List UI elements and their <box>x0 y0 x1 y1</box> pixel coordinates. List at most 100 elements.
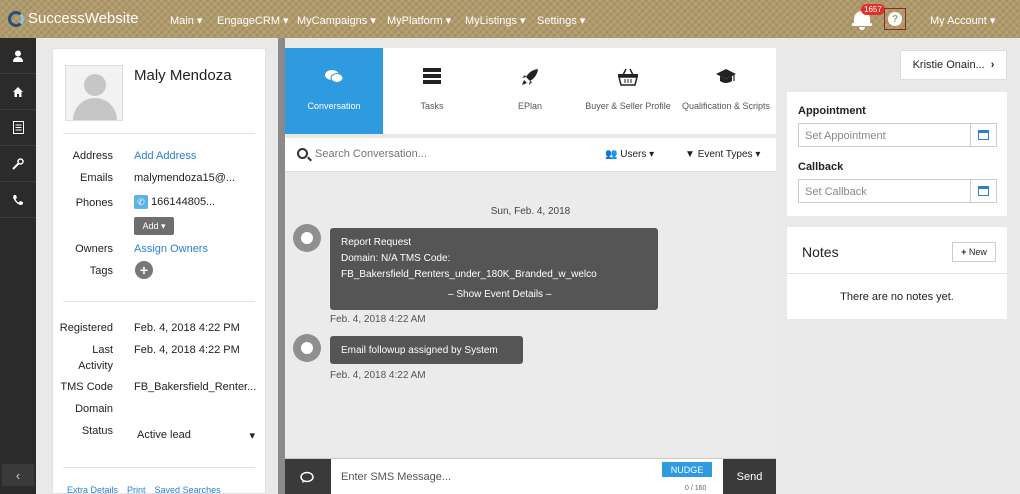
my-account-menu[interactable]: My Account ▾ <box>930 14 995 27</box>
conversation-timeline: Sun, Feb. 4, 2018 Report Request Domain:… <box>285 174 776 456</box>
chat-icon <box>285 459 331 494</box>
caret-down-icon: ▾ <box>249 430 255 442</box>
document-icon[interactable] <box>0 110 36 146</box>
calendar-icon[interactable] <box>970 180 996 202</box>
event-timestamp: Feb. 4, 2018 4:22 AM <box>330 314 426 325</box>
notes-panel: Notes + New There are no notes yet. <box>787 227 1007 319</box>
add-address-link[interactable]: Add Address <box>134 150 196 162</box>
search-conversation-input[interactable] <box>315 148 535 160</box>
email-value[interactable]: malymendoza15@... <box>134 172 235 184</box>
extra-details-link[interactable]: Extra Details <box>67 485 118 494</box>
tab-buyer-seller-profile[interactable]: Buyer & Seller Profile <box>579 48 677 134</box>
owners-label: Owners <box>75 243 113 255</box>
logo-ring-icon <box>8 10 24 27</box>
brand-logo[interactable]: SuccessWebsite <box>8 10 139 27</box>
sms-message-input[interactable]: Enter SMS Message... <box>341 471 451 483</box>
tab-qualification-scripts[interactable]: Qualification & Scripts <box>677 48 775 134</box>
left-icon-rail: ‹ <box>0 38 36 494</box>
tasks-icon <box>423 68 441 94</box>
registered-value: Feb. 4, 2018 4:22 PM <box>134 322 240 334</box>
new-note-button[interactable]: + New <box>952 242 996 262</box>
divider <box>63 133 255 134</box>
callback-field[interactable]: Set Callback <box>798 179 997 203</box>
saved-searches-link[interactable]: Saved Searches <box>155 485 221 494</box>
nav-item-mycampaigns[interactable]: MyCampaigns ▾ <box>297 14 387 27</box>
nav-item-settings[interactable]: Settings ▾ <box>537 14 597 27</box>
nudge-button[interactable]: NUDGE <box>662 462 712 477</box>
last-activity-value: Feb. 4, 2018 4:22 PM <box>134 344 240 356</box>
event-title: Report Request <box>341 237 412 248</box>
appointment-label: Appointment <box>798 105 866 117</box>
top-navigation-bar: SuccessWebsite Main ▾ EngageCRM ▾ MyCamp… <box>0 0 1020 38</box>
activity-label: Activity <box>78 360 113 372</box>
wrench-icon[interactable] <box>0 146 36 182</box>
send-button[interactable]: Send <box>723 459 776 494</box>
last-label: Last <box>92 344 113 356</box>
phones-label: Phones <box>75 197 113 209</box>
emails-label: Emails <box>79 172 113 184</box>
sms-composer: Enter SMS Message... NUDGE 0 / 160 Send <box>285 458 776 494</box>
event-title: Email followup assigned by System <box>341 345 498 356</box>
status-label: Status <box>81 425 113 437</box>
basket-icon <box>617 68 639 94</box>
event-globe-icon <box>293 224 321 252</box>
help-button[interactable]: ? <box>884 8 906 30</box>
home-icon[interactable] <box>0 74 36 110</box>
nav-item-mylistings[interactable]: MyListings ▾ <box>465 14 537 27</box>
event-types-filter-dropdown[interactable]: ▼ Event Types ▾ <box>685 149 760 160</box>
divider <box>63 301 255 302</box>
event-tms-line: FB_Bakersfield_Renters_under_180K_Brande… <box>341 269 597 280</box>
contact-name: Maly Mendoza <box>134 67 232 84</box>
appointment-field[interactable]: Set Appointment <box>798 123 997 147</box>
event-globe-icon <box>293 334 321 362</box>
chevron-right-icon: › <box>990 59 995 71</box>
phone-icon[interactable] <box>0 182 36 218</box>
conversation-search-bar: 👥 Users ▾ ▼ Event Types ▾ <box>285 138 776 172</box>
show-event-details-link[interactable]: – Show Event Details – <box>448 289 551 300</box>
character-counter: 0 / 160 <box>685 485 707 492</box>
users-icon: 👥 <box>605 149 618 160</box>
contact-footer-links: Extra Details Print Saved Searches <box>67 485 221 494</box>
activity-tabs: Conversation Tasks EPlan Buyer & Seller … <box>285 48 776 134</box>
graduation-cap-icon <box>715 68 737 94</box>
callback-label: Callback <box>798 161 844 173</box>
nav-item-main[interactable]: Main ▾ <box>170 14 217 27</box>
avatar <box>65 65 123 121</box>
tab-conversation[interactable]: Conversation <box>285 48 383 134</box>
print-link[interactable]: Print <box>127 485 146 494</box>
assigned-agent-button[interactable]: Kristie Onain... › <box>900 50 1007 80</box>
schedule-panel: Appointment Set Appointment Callback Set… <box>787 92 1007 216</box>
nav-item-engagecrm[interactable]: EngageCRM ▾ <box>217 14 297 27</box>
tms-code-label: TMS Code <box>60 381 113 393</box>
add-tag-plus-icon[interactable]: + <box>135 261 153 279</box>
user-icon[interactable] <box>0 38 36 74</box>
notification-count-badge: 1657 <box>861 4 885 15</box>
tags-label: Tags <box>89 265 113 277</box>
nav-item-myplatform[interactable]: MyPlatform ▾ <box>387 14 465 27</box>
assign-owners-link[interactable]: Assign Owners <box>134 243 208 255</box>
main-nav: Main ▾ EngageCRM ▾ MyCampaigns ▾ MyPlatf… <box>170 14 597 27</box>
panel-splitter[interactable] <box>278 38 285 494</box>
filter-icon: ▼ <box>685 149 695 160</box>
phone-value[interactable]: ✆ 166144805... <box>134 195 215 209</box>
contact-details-panel: Maly Mendoza Address Add Address Emails … <box>52 48 266 494</box>
collapse-rail-button[interactable]: ‹ <box>2 464 34 486</box>
status-select[interactable]: Active lead ▾ <box>137 429 255 442</box>
tab-eplan[interactable]: EPlan <box>481 48 579 134</box>
address-label: Address <box>72 150 113 162</box>
chat-icon <box>324 68 344 94</box>
phone-icon: ✆ <box>134 195 148 209</box>
divider <box>63 467 255 468</box>
registered-label: Registered <box>59 322 113 334</box>
tab-tasks[interactable]: Tasks <box>383 48 481 134</box>
domain-label: Domain <box>75 403 113 415</box>
date-header: Sun, Feb. 4, 2018 <box>490 206 571 217</box>
calendar-icon[interactable] <box>970 124 996 146</box>
help-icon: ? <box>888 12 902 26</box>
event-domain-line: Domain: N/A TMS Code: <box>341 253 451 264</box>
event-bubble-report-request[interactable]: Report Request Domain: N/A TMS Code: FB_… <box>330 228 658 310</box>
rocket-icon <box>521 68 539 94</box>
event-bubble-email-followup[interactable]: Email followup assigned by System <box>330 336 523 364</box>
add-phone-button[interactable]: Add ▾ <box>134 217 174 235</box>
users-filter-dropdown[interactable]: 👥 Users ▾ <box>605 149 654 160</box>
